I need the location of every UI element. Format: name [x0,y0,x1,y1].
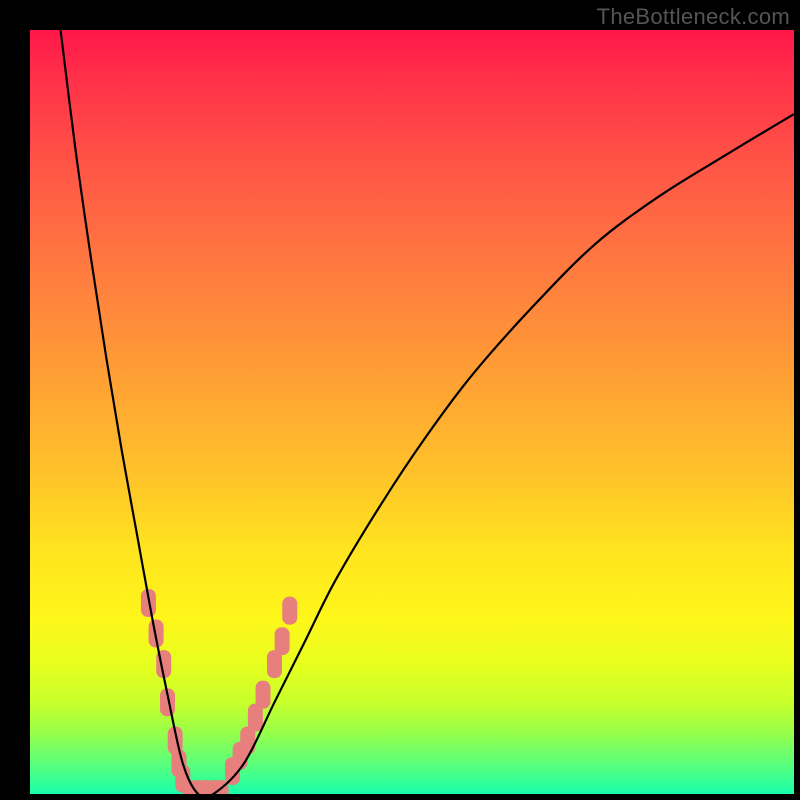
plot-area [30,30,794,794]
curve-marker [275,627,290,655]
curve-marker [256,681,271,709]
chart-frame: TheBottleneck.com [0,0,800,800]
curve-marker [282,597,297,625]
markers-layer [141,589,297,794]
bottleneck-curve [61,30,794,794]
watermark-text: TheBottleneck.com [597,4,790,30]
chart-svg [30,30,794,794]
